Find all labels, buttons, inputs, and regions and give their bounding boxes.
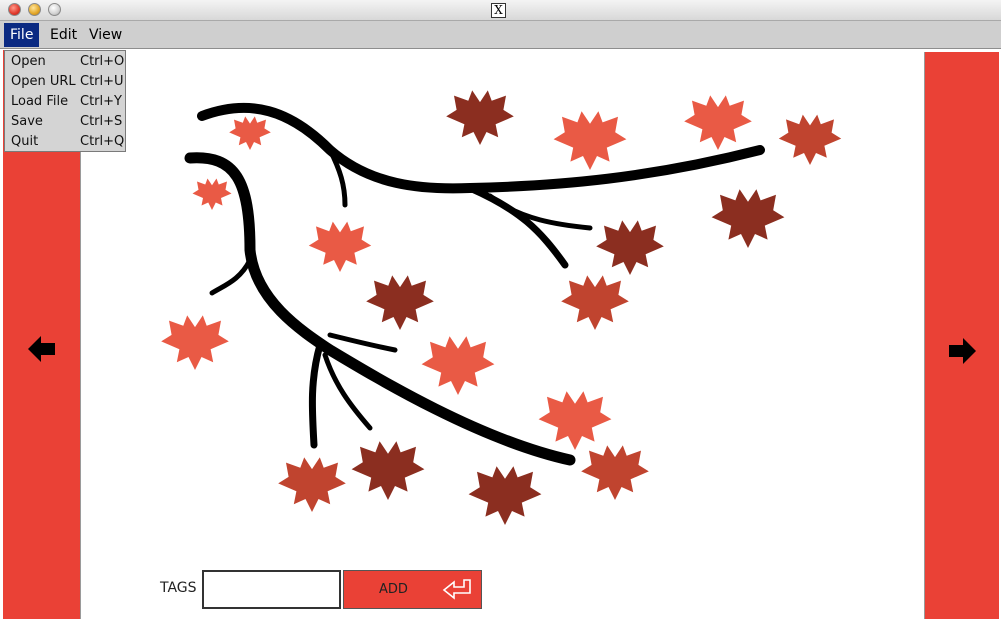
menu-bar: File Edit View <box>0 21 1001 49</box>
menu-item-shortcut: Ctrl+O <box>80 54 125 69</box>
menu-item-quit[interactable]: Quit Ctrl+Q <box>5 132 125 152</box>
menu-item-shortcut: Ctrl+Q <box>80 134 125 149</box>
close-window-button[interactable] <box>8 3 21 16</box>
menu-item-open-url[interactable]: Open URL Ctrl+U <box>5 72 125 92</box>
file-menu-dropdown: Open Ctrl+O Open URL Ctrl+U Load File Ct… <box>4 50 126 152</box>
minimize-window-button[interactable] <box>28 3 41 16</box>
menu-view[interactable]: View <box>83 23 128 47</box>
enter-arrow-icon <box>442 579 471 600</box>
menu-item-shortcut: Ctrl+Y <box>80 94 122 109</box>
menu-item-open[interactable]: Open Ctrl+O <box>5 52 125 72</box>
arrow-right-icon <box>949 338 976 364</box>
menu-item-shortcut: Ctrl+U <box>80 74 124 89</box>
maximize-window-button[interactable] <box>48 3 61 16</box>
menu-item-label: Open URL <box>11 74 76 89</box>
image-canvas <box>82 52 923 619</box>
add-button-label: ADD <box>379 582 408 597</box>
menu-item-save[interactable]: Save Ctrl+S <box>5 112 125 132</box>
maple-branch-illustration <box>161 90 842 525</box>
menu-item-shortcut: Ctrl+S <box>80 114 123 129</box>
menu-file[interactable]: File <box>4 23 40 47</box>
tags-label: TAGS <box>160 580 197 596</box>
x11-icon: X <box>491 3 506 18</box>
menu-edit[interactable]: Edit <box>44 23 83 47</box>
title-bar: X <box>0 0 1001 21</box>
add-tag-button[interactable]: ADD <box>343 570 482 609</box>
menu-item-label: Save <box>11 114 43 129</box>
menu-item-load-file[interactable]: Load File Ctrl+Y <box>5 92 125 112</box>
next-image-button[interactable] <box>924 52 999 619</box>
tags-input[interactable] <box>202 570 341 609</box>
menu-item-label: Quit <box>11 134 39 149</box>
menu-item-label: Open <box>11 54 46 69</box>
arrow-left-icon <box>28 336 55 362</box>
menu-item-label: Load File <box>11 94 69 109</box>
